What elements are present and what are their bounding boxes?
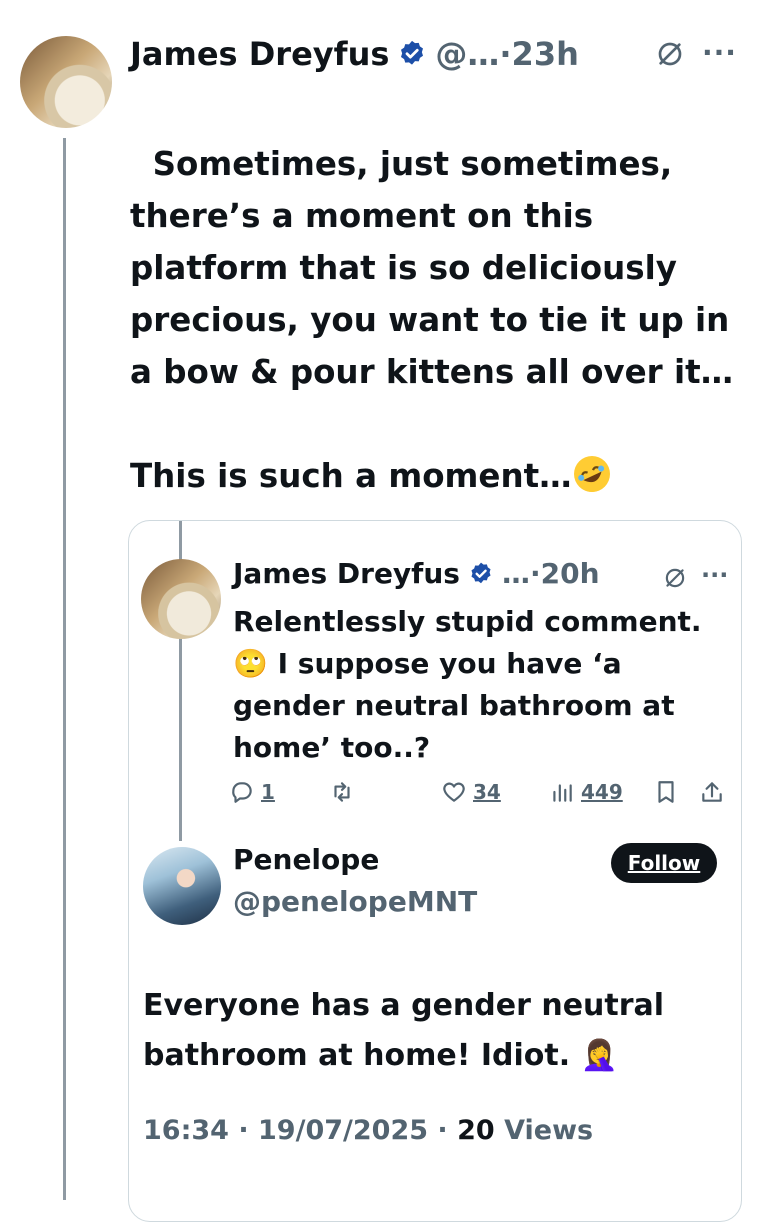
reply-count: 1: [261, 780, 275, 804]
reply-date[interactable]: 19/07/2025: [258, 1115, 428, 1146]
bookmark-icon: [658, 781, 674, 803]
views-chart-icon: [553, 784, 572, 802]
author-avatar[interactable]: [20, 36, 112, 128]
thread-line: [63, 138, 66, 1200]
reply-icon: [232, 782, 252, 803]
quote-tweet-text: Relentlessly stupid comment. 🙄 I suppose…: [233, 605, 712, 764]
reply-author-handle[interactable]: @penelopeMNT: [233, 885, 477, 918]
grok-icon[interactable]: [654, 38, 686, 70]
quote-header: James Dreyfus … · 20h: [233, 557, 600, 590]
heart-icon: [443, 782, 465, 802]
share-button[interactable]: [699, 779, 731, 805]
views-count: 449: [581, 780, 623, 804]
bookmark-button[interactable]: [653, 779, 685, 805]
rofl-emoji-icon: [573, 456, 610, 492]
tweet-text-main: Sometimes, just sometimes, there’s a mom…: [130, 145, 741, 391]
meta-separator: ·: [499, 35, 512, 73]
author-handle[interactable]: @…: [435, 35, 499, 73]
reply-author-name[interactable]: Penelope: [233, 843, 379, 876]
views-button[interactable]: 449: [549, 779, 623, 805]
reply-tweet-text: Everyone has a gender neutral bathroom a…: [143, 988, 675, 1073]
author-name[interactable]: James Dreyfus: [130, 35, 389, 73]
quote-verified-badge-icon: [468, 561, 494, 587]
quoted-thread-card[interactable]: James Dreyfus … · 20h ··· Relentlessly s…: [128, 520, 742, 1222]
verified-badge-icon: [397, 39, 427, 69]
repost-icon: [334, 782, 350, 802]
quote-grok-icon[interactable]: [662, 565, 688, 591]
quote-author-name[interactable]: James Dreyfus: [233, 557, 460, 590]
reply-tweet-footer: 16:34 · 19/07/2025 · 20 Views: [143, 1115, 594, 1146]
quote-author-handle[interactable]: …: [502, 557, 530, 590]
reply-time[interactable]: 16:34: [143, 1115, 229, 1146]
repost-button[interactable]: [329, 779, 361, 805]
share-icon: [702, 782, 722, 802]
reply-views-label: Views: [504, 1115, 594, 1146]
reply-views-count: 20: [457, 1115, 495, 1146]
quote-author-avatar[interactable]: [141, 559, 221, 639]
like-count: 34: [473, 780, 501, 804]
reply-button[interactable]: 1: [229, 779, 275, 805]
more-options-icon[interactable]: ···: [702, 36, 737, 69]
quote-more-options-icon[interactable]: ···: [701, 561, 728, 589]
quote-meta-separator: ·: [529, 557, 541, 590]
follow-button[interactable]: Follow: [611, 843, 717, 883]
tweet-time[interactable]: 23h: [512, 35, 579, 73]
like-button[interactable]: 34: [441, 779, 501, 805]
tweet-text: Sometimes, just sometimes, there’s a mom…: [130, 86, 745, 502]
tweet-header: James Dreyfus @… · 23h: [130, 28, 579, 80]
quote-action-bar: 1 34 449: [229, 779, 729, 819]
reply-author-avatar[interactable]: [143, 847, 221, 925]
tweet-text-second: This is such a moment…: [130, 457, 572, 495]
quote-tweet-time[interactable]: 20h: [541, 557, 600, 590]
